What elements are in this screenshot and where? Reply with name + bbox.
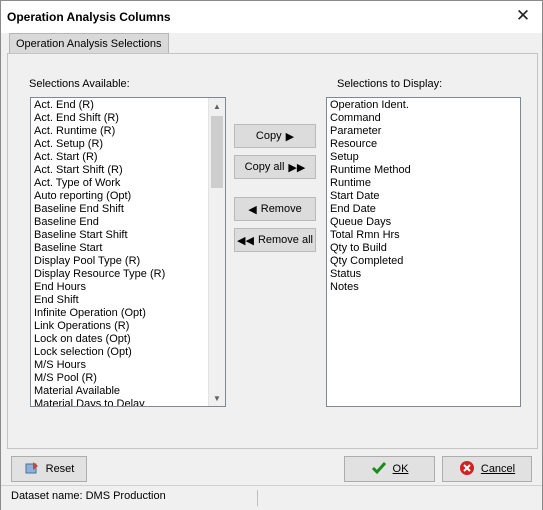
available-scrollbar[interactable]: ▲ ▼ [208, 98, 225, 406]
list-item[interactable]: Link Operations (R) [31, 320, 225, 333]
list-item[interactable]: Total Rmn Hrs [327, 229, 520, 242]
list-item[interactable]: Act. Type of Work [31, 177, 225, 190]
list-item[interactable]: Act. Start Shift (R) [31, 164, 225, 177]
list-item[interactable]: Runtime [327, 177, 520, 190]
window-title: Operation Analysis Columns [7, 10, 171, 24]
title-bar: Operation Analysis Columns ✕ [1, 1, 542, 33]
list-item[interactable]: M/S Hours [31, 359, 225, 372]
remove-all-button[interactable]: ◀◀ Remove all [234, 228, 316, 252]
list-item[interactable]: End Hours [31, 281, 225, 294]
list-item[interactable]: Command [327, 112, 520, 125]
remove-all-button-label: Remove all [257, 234, 313, 246]
list-item[interactable]: End Shift [31, 294, 225, 307]
list-item[interactable]: Baseline Start [31, 242, 225, 255]
list-item[interactable]: Status [327, 268, 520, 281]
list-item[interactable]: Start Date [327, 190, 520, 203]
selections-available-list[interactable]: Act. End (R) Act. End Shift (R) Act. Runti… [30, 97, 226, 407]
list-item[interactable]: Material Days to Delay [31, 398, 225, 406]
list-item[interactable]: Baseline End Shift [31, 203, 225, 216]
close-button[interactable]: ✕ [512, 5, 534, 27]
list-item[interactable]: Act. Setup (R) [31, 138, 225, 151]
status-bar: Dataset name: DMS Production [1, 485, 542, 510]
list-item[interactable]: Act. End (R) [31, 99, 225, 112]
list-item[interactable]: Lock selection (Opt) [31, 346, 225, 359]
copy-all-button-label: Copy all [244, 161, 285, 173]
list-item[interactable]: End Date [327, 203, 520, 216]
remove-button[interactable]: ◀ Remove [234, 197, 316, 221]
list-item[interactable]: Qty Completed [327, 255, 520, 268]
list-item[interactable]: Auto reporting (Opt) [31, 190, 225, 203]
reset-icon [24, 460, 40, 479]
list-item[interactable]: Qty to Build [327, 242, 520, 255]
double-arrow-left-icon: ◀◀ [237, 234, 254, 247]
list-item[interactable]: Operation Ident. [327, 99, 520, 112]
reset-button-label: Reset [45, 463, 75, 475]
scroll-up-icon[interactable]: ▲ [209, 98, 225, 114]
list-item[interactable]: Act. Start (R) [31, 151, 225, 164]
list-item[interactable]: Parameter [327, 125, 520, 138]
arrow-right-icon: ▶ [285, 130, 295, 143]
reset-button[interactable]: Reset [11, 456, 87, 482]
remove-button-label: Remove [260, 203, 302, 215]
list-item[interactable]: Resource [327, 138, 520, 151]
double-arrow-right-icon: ▶▶ [288, 161, 306, 174]
list-item[interactable]: Display Resource Type (R) [31, 268, 225, 281]
cancel-button-label: Cancel [480, 463, 516, 475]
list-item[interactable]: Runtime Method [327, 164, 520, 177]
copy-button[interactable]: Copy ▶ [234, 124, 316, 148]
list-item[interactable]: Queue Days [327, 216, 520, 229]
dataset-name: Dataset name: DMS Production [11, 490, 166, 502]
scroll-down-icon[interactable]: ▼ [209, 390, 225, 406]
list-item[interactable]: Act. End Shift (R) [31, 112, 225, 125]
dialog-window: Operation Analysis Columns ✕ Operation A… [0, 0, 543, 510]
cancel-icon [459, 460, 475, 479]
copy-all-button[interactable]: Copy all ▶▶ [234, 155, 316, 179]
list-item[interactable]: Infinite Operation (Opt) [31, 307, 225, 320]
list-item[interactable]: M/S Pool (R) [31, 372, 225, 385]
selections-to-display-list[interactable]: Operation Ident. Command Parameter Resource… [326, 97, 521, 407]
list-item[interactable]: Display Pool Type (R) [31, 255, 225, 268]
list-item[interactable]: Material Available [31, 385, 225, 398]
selections-panel: Selections Available: Selections to Disp… [7, 53, 538, 449]
scrollbar-thumb[interactable] [211, 116, 223, 188]
list-item[interactable]: Baseline Start Shift [31, 229, 225, 242]
arrow-left-icon: ◀ [248, 203, 257, 216]
list-item[interactable]: Baseline End [31, 216, 225, 229]
list-item[interactable]: Lock on dates (Opt) [31, 333, 225, 346]
cancel-button[interactable]: Cancel [442, 456, 532, 482]
selections-available-label: Selections Available: [29, 78, 130, 90]
list-item[interactable]: Act. Runtime (R) [31, 125, 225, 138]
tab-operation-analysis-selections[interactable]: Operation Analysis Selections [9, 33, 169, 54]
status-separator [257, 490, 258, 506]
ok-button-label: OK [392, 463, 409, 475]
list-item[interactable]: Notes [327, 281, 520, 294]
close-icon: ✕ [515, 6, 531, 25]
selections-to-display-label: Selections to Display: [337, 78, 443, 90]
list-item[interactable]: Setup [327, 151, 520, 164]
ok-button[interactable]: OK [344, 456, 435, 482]
copy-button-label: Copy [255, 130, 282, 142]
checkmark-icon [371, 460, 387, 479]
